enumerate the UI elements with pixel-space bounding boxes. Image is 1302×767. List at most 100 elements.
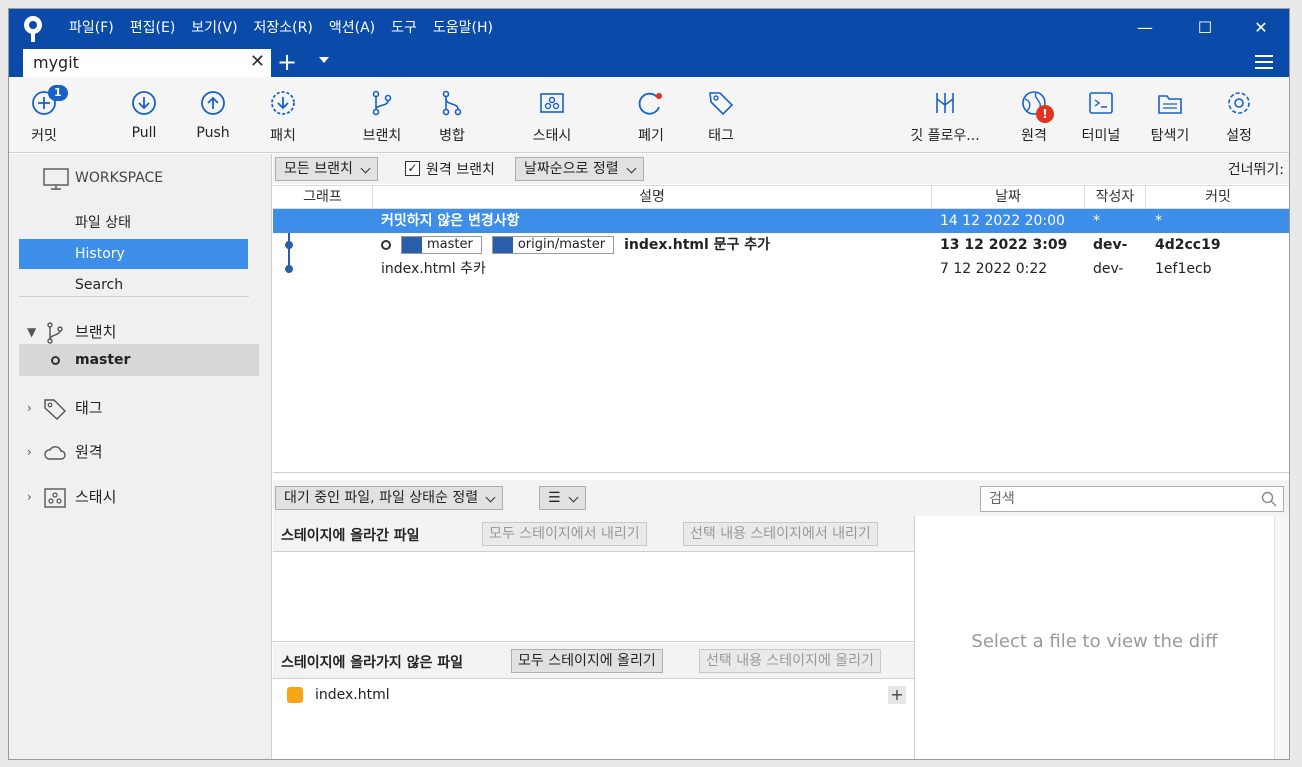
stash-icon [44, 488, 66, 508]
chevron-right-icon[interactable]: › [27, 483, 32, 511]
unstage-selected-button[interactable]: 선택 내용 스테이지에서 내리기 [683, 522, 878, 546]
settings-button[interactable]: 설정 [1194, 77, 1284, 153]
tag-icon [44, 399, 66, 420]
pending-files-bar: 대기 중인 파일, 파일 상태순 정렬 ☰ 검색 [273, 480, 1289, 516]
terminal-icon [1089, 92, 1113, 114]
menu-file[interactable]: 파일(F) [61, 9, 122, 49]
tag-label: 태그 [708, 128, 734, 144]
history-filter-bar: 모든 브랜치 ✓ 원격 브랜치 날짜순으로 정렬 건너뛰기: [273, 154, 1289, 184]
unstaged-files-title: 스테이지에 올라가지 않은 파일 [281, 655, 464, 671]
tab-mygit[interactable]: mygit ✕ [23, 49, 271, 77]
maximize-button[interactable]: ☐ [1179, 9, 1231, 47]
menu-tools[interactable]: 도구 [383, 9, 425, 49]
merge-button[interactable]: 병합 [407, 77, 497, 153]
sidebar-group-remotes[interactable]: › 원격 [23, 438, 253, 466]
column-description[interactable]: 설명 [373, 186, 932, 208]
sidebar-group-tags[interactable]: › 태그 [23, 394, 253, 422]
branch-ref-icon [402, 237, 422, 253]
chevron-down-icon[interactable]: ▼ [27, 318, 36, 346]
minimize-button[interactable]: — [1119, 9, 1171, 47]
column-date[interactable]: 날짜 [932, 186, 1085, 208]
file-search-input[interactable]: 검색 [980, 486, 1284, 512]
remotes-label: 원격 [75, 443, 103, 461]
tab-close-icon[interactable]: ✕ [250, 51, 265, 72]
ref-label-origin-master[interactable]: origin/master [491, 236, 615, 254]
gitflow-icon [936, 93, 954, 113]
chevron-right-icon[interactable]: › [27, 394, 32, 422]
staged-files-list [273, 552, 914, 642]
settings-label: 설정 [1226, 128, 1252, 144]
skip-label: 건너뛰기: [1227, 162, 1284, 178]
app-window: 파일(F) 편집(E) 보기(V) 저장소(R) 액션(A) 도구 도움말(H)… [8, 8, 1290, 760]
branch-filter-dropdown[interactable]: 모든 브랜치 [275, 157, 378, 181]
branch-name: master [75, 352, 131, 368]
commit-description: 커밋하지 않은 변경사항 [381, 213, 520, 229]
ref-name: master [427, 237, 473, 252]
push-icon [201, 91, 225, 115]
hamburger-menu-icon[interactable] [1255, 55, 1273, 69]
staged-files-header: 스테이지에 올라간 파일 모두 스테이지에서 내리기 선택 내용 스테이지에서 … [273, 516, 914, 552]
remote-alert-icon: ! [1036, 105, 1054, 123]
monitor-icon [43, 168, 69, 190]
sidebar-branch-master[interactable]: master [19, 344, 259, 376]
tag-icon [709, 92, 734, 116]
search-icon [1261, 491, 1277, 507]
chevron-right-icon[interactable]: › [27, 438, 32, 466]
cloud-icon [44, 446, 66, 460]
commit-row[interactable]: index.html 추카 7 12 2022 0:22 dev- 1ef1ec… [273, 257, 1289, 281]
remote-branches-label: 원격 브랜치 [426, 162, 495, 178]
stage-selected-button[interactable]: 선택 내용 스테이지에 올리기 [699, 649, 881, 673]
current-branch-icon [51, 356, 60, 365]
tab-list-dropdown-icon[interactable] [319, 57, 329, 63]
tab-bar: mygit ✕ + [9, 49, 1289, 77]
ref-name: origin/master [517, 237, 606, 252]
head-marker-icon [381, 240, 391, 250]
sidebar-group-stashes[interactable]: › 스태시 [23, 483, 253, 511]
menu-view[interactable]: 보기(V) [183, 9, 245, 49]
commit-button[interactable]: 1 커밋 [9, 77, 89, 153]
tags-label: 태그 [75, 399, 103, 417]
sort-dropdown[interactable]: 날짜순으로 정렬 [515, 157, 644, 181]
commit-label: 커밋 [31, 128, 57, 144]
close-window-button[interactable]: ✕ [1235, 9, 1287, 47]
history-panel: 모든 브랜치 ✓ 원격 브랜치 날짜순으로 정렬 건너뛰기: 그래프 설명 날짜… [273, 154, 1289, 759]
history-column-headers: 그래프 설명 날짜 작성자 커밋 [273, 185, 1289, 209]
diff-scrollbar[interactable] [1274, 516, 1289, 759]
commit-description-cell: master origin/master index.html 문구 추가 [381, 233, 770, 257]
title-bar: 파일(F) 편집(E) 보기(V) 저장소(R) 액션(A) 도구 도움말(H)… [9, 9, 1289, 49]
column-graph[interactable]: 그래프 [273, 186, 373, 208]
pending-sort-dropdown[interactable]: 대기 중인 파일, 파일 상태순 정렬 [275, 486, 504, 510]
stage-file-plus-icon[interactable]: + [888, 686, 906, 704]
file-row[interactable]: index.html + [273, 683, 914, 707]
sidebar-item-history[interactable]: History [19, 239, 248, 269]
commit-author: * [1093, 213, 1100, 229]
menu-repository[interactable]: 저장소(R) [246, 9, 321, 49]
menu-edit[interactable]: 편집(E) [122, 9, 184, 49]
stage-all-button[interactable]: 모두 스테이지에 올리기 [511, 649, 663, 673]
stash-button[interactable]: 스태시 [507, 77, 597, 153]
unstaged-files-header: 스테이지에 올라가지 않은 파일 모두 스테이지에 올리기 선택 내용 스테이지… [273, 643, 914, 679]
menu-actions[interactable]: 액션(A) [321, 9, 383, 49]
tag-button[interactable]: 태그 [676, 77, 766, 153]
fetch-button[interactable]: 패치 [238, 77, 328, 153]
commit-date: 7 12 2022 0:22 [940, 261, 1048, 277]
unstage-all-button[interactable]: 모두 스테이지에서 내리기 [482, 522, 647, 546]
commit-row[interactable]: master origin/master index.html 문구 추가 13 1… [273, 233, 1289, 257]
workspace-label: WORKSPACE [75, 170, 164, 186]
view-mode-dropdown[interactable]: ☰ [539, 486, 586, 510]
commit-author: dev- [1093, 261, 1124, 277]
add-tab-icon[interactable]: + [277, 49, 297, 75]
gitflow-button[interactable]: 깃 플로우... [895, 77, 995, 153]
sidebar-group-branches[interactable]: ▼ 브랜치 [23, 318, 253, 346]
remote-branches-checkbox[interactable]: ✓ [405, 161, 420, 176]
diff-placeholder: Select a file to view the diff [971, 631, 1218, 652]
commit-description: index.html 추카 [381, 261, 486, 277]
menu-help[interactable]: 도움말(H) [425, 9, 501, 49]
ref-label-master[interactable]: master [401, 236, 482, 254]
column-commit[interactable]: 커밋 [1146, 186, 1289, 208]
sourcetree-logo-icon [24, 16, 42, 42]
sidebar-item-file-status[interactable]: 파일 상태 [19, 208, 248, 238]
commit-row-uncommitted[interactable]: 커밋하지 않은 변경사항 14 12 2022 20:00 * * [273, 209, 1289, 233]
column-author[interactable]: 작성자 [1085, 186, 1146, 208]
staged-files-title: 스테이지에 올라간 파일 [281, 528, 420, 544]
